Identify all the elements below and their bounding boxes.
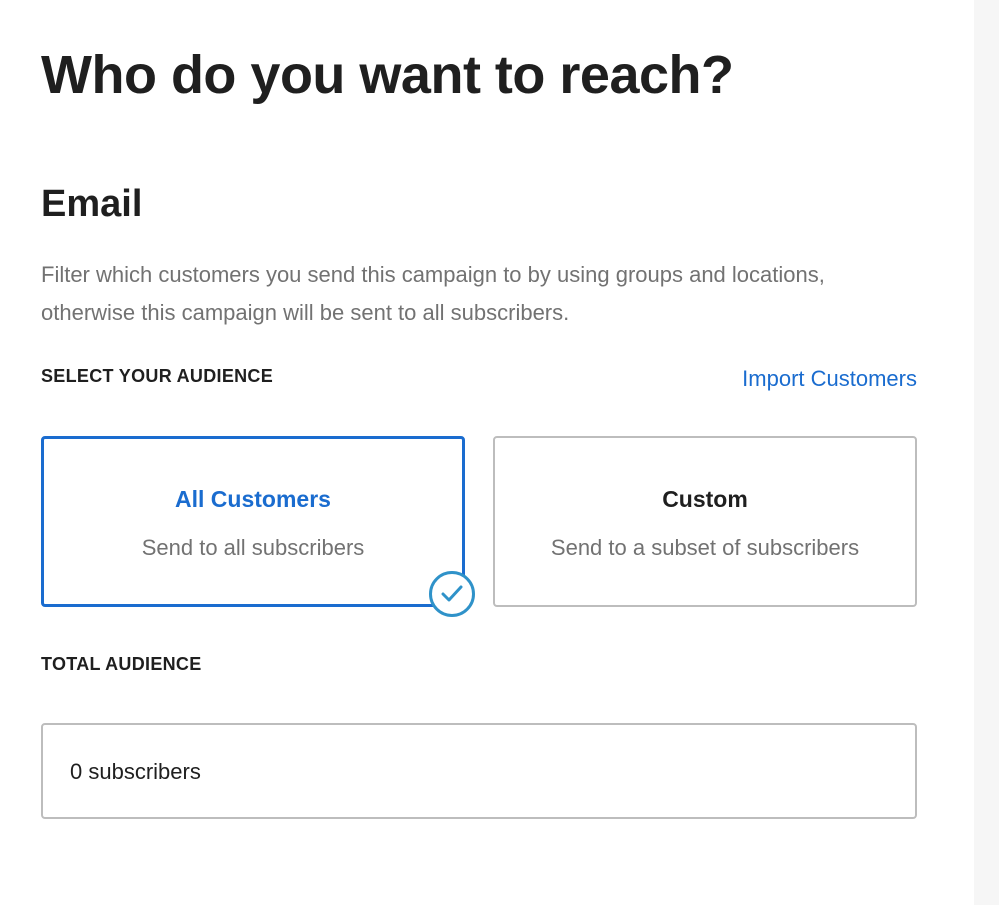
option-subtitle: Send to a subset of subscribers xyxy=(550,535,860,560)
option-title: All Customers xyxy=(175,486,331,512)
total-audience-value: 0 subscribers xyxy=(70,759,201,784)
select-audience-label: SELECT YOUR AUDIENCE xyxy=(41,366,274,386)
option-all-customers[interactable]: All Customers Send to all subscribers xyxy=(41,436,465,607)
total-audience-box: 0 subscribers xyxy=(41,723,917,819)
page-title: Who do you want to reach? xyxy=(41,45,734,105)
page: Who do you want to reach? Email Filter w… xyxy=(0,0,999,905)
total-audience-label: TOTAL AUDIENCE xyxy=(41,654,202,674)
section-description: Filter which customers you send this cam… xyxy=(41,262,825,325)
check-circle-icon xyxy=(429,571,475,617)
scrollbar-gutter xyxy=(974,0,999,905)
section-title-email: Email xyxy=(41,183,143,225)
option-title: Custom xyxy=(662,486,748,512)
import-customers-link[interactable]: Import Customers xyxy=(742,366,917,392)
option-custom[interactable]: Custom Send to a subset of subscribers xyxy=(493,436,917,607)
option-subtitle: Send to all subscribers xyxy=(141,535,365,560)
